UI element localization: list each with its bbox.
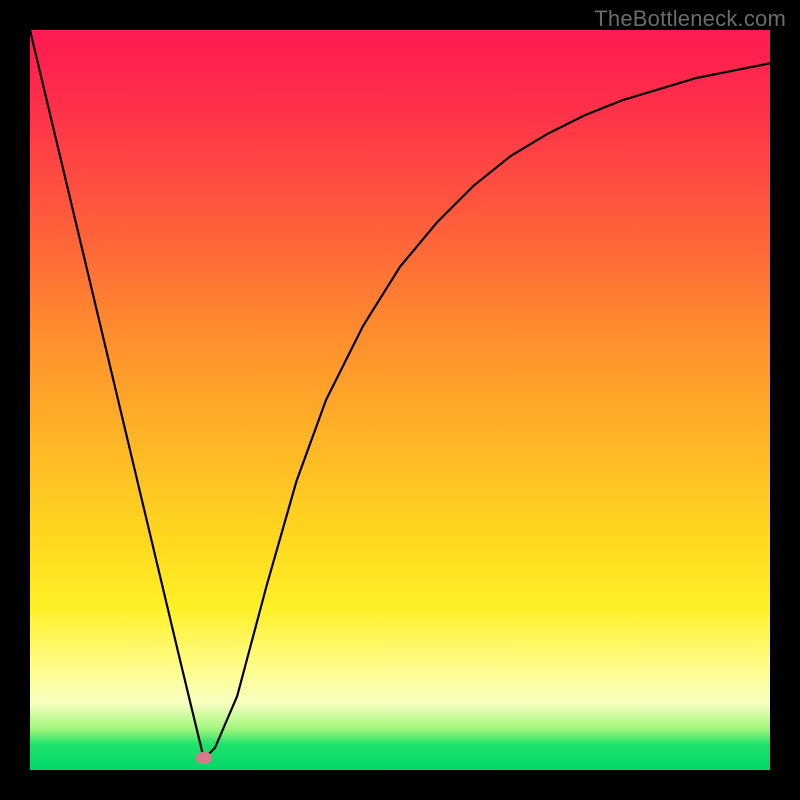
watermark-label: TheBottleneck.com xyxy=(594,6,786,32)
minimum-marker-icon xyxy=(196,752,212,764)
bottleneck-curve xyxy=(30,30,770,770)
curve-path xyxy=(30,30,770,759)
plot-area xyxy=(30,30,770,770)
chart-container: TheBottleneck.com xyxy=(0,0,800,800)
